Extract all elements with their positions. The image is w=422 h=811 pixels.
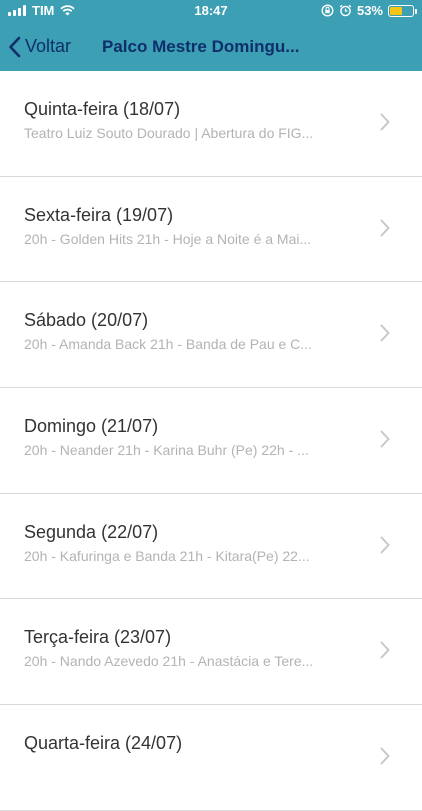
chevron-right-icon [380, 641, 390, 659]
status-right: 53% [321, 3, 417, 18]
status-bar: TIM 18:47 53% [0, 0, 422, 22]
list-item[interactable]: Terça-feira (23/07) 20h - Nando Azevedo 2… [0, 599, 422, 706]
list-item[interactable]: Quarta-feira (24/07) [0, 705, 422, 811]
navigation-bar: Voltar Palco Mestre Domingu... [0, 22, 422, 71]
orientation-lock-icon [321, 4, 334, 17]
day-schedule: 20h - Golden Hits 21h - Hoje a Noite é a… [24, 230, 312, 247]
battery-icon [388, 4, 417, 17]
page-title: Palco Mestre Domingu... [102, 37, 300, 56]
list-item[interactable]: Domingo (21/07) 20h - Neander 21h - Karin… [0, 388, 422, 494]
chevron-right-icon [380, 113, 390, 131]
list-item[interactable]: Sexta-feira (19/07) 20h - Golden Hits 21h… [0, 177, 422, 283]
chevron-right-icon [380, 324, 390, 342]
list-item[interactable]: Segunda (22/07) 20h - Kafuringa e Banda 2… [0, 494, 422, 600]
day-schedule: 20h - Nando Azevedo 21h - Anastácia e Te… [24, 653, 314, 670]
back-label: Voltar [25, 36, 72, 56]
day-title: Quinta-feira (18/07) [24, 99, 181, 119]
day-title: Segunda (22/07) [24, 521, 159, 542]
battery-percent: 53% [356, 3, 383, 18]
alarm-icon [339, 4, 352, 17]
day-title: Quarta-feira (24/07) [24, 733, 183, 754]
day-schedule: 20h - Kafuringa e Banda 21h - Kitara(Pe)… [24, 547, 310, 564]
day-schedule: 20h - Amanda Back 21h - Banda de Pau e C… [24, 336, 312, 353]
chevron-right-icon [380, 430, 390, 448]
day-title: Sexta-feira (19/07) [24, 204, 174, 225]
chevron-right-icon [380, 219, 390, 237]
day-schedule: Teatro Luiz Souto Dourado | Abertura do … [24, 125, 314, 141]
chevron-left-icon [9, 36, 21, 57]
list-item[interactable]: Quinta-feira (18/07) Teatro Luiz Souto Do… [0, 71, 422, 177]
back-button[interactable]: Voltar [8, 22, 71, 71]
day-schedule: 20h - Neander 21h - Karina Buhr (Pe) 22h… [24, 442, 309, 459]
day-title: Terça-feira (23/07) [24, 627, 172, 648]
chevron-right-icon [380, 536, 390, 554]
day-title: Sábado (20/07) [24, 310, 149, 331]
day-list: Quinta-feira (18/07) Teatro Luiz Souto Do… [0, 71, 422, 811]
battery-level [390, 6, 402, 15]
list-item[interactable]: Sábado (20/07) 20h - Amanda Back 21h - Ba… [0, 282, 422, 389]
day-title: Domingo (21/07) [24, 416, 159, 437]
